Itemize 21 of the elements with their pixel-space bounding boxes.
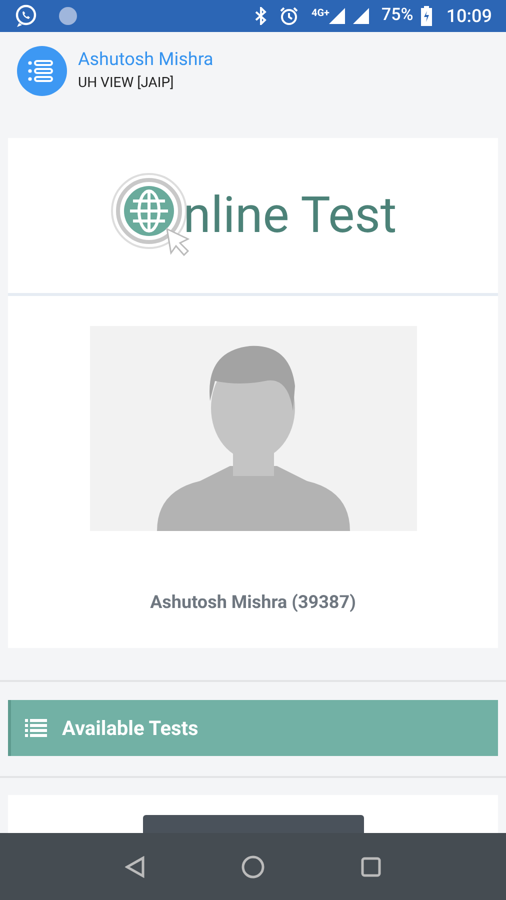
user-name: Ashutosh Mishra [78,48,214,72]
battery-icon [421,6,432,26]
recents-icon[interactable] [361,856,381,876]
circle-icon [58,6,78,26]
chat-icon [14,4,38,28]
user-subtitle: UH VIEW [JAIP] [78,74,175,93]
network-label: 4G+ [311,7,330,21]
logo-text: nline Test [183,190,397,240]
signal-icon [353,8,370,24]
start-button[interactable] [143,815,364,833]
section-header[interactable]: Available Tests [8,700,498,756]
back-icon[interactable] [125,856,145,878]
battery-percent: 75% [381,4,414,28]
bluetooth-icon [255,7,268,25]
menu-icon[interactable] [17,46,67,96]
profile-caption: Ashutosh Mishra (39387) [150,591,356,615]
list-icon [25,719,47,737]
clock: 10:09 [446,4,492,28]
signal-icon [329,8,346,24]
alarm-icon [279,6,300,26]
home-icon[interactable] [241,854,265,878]
